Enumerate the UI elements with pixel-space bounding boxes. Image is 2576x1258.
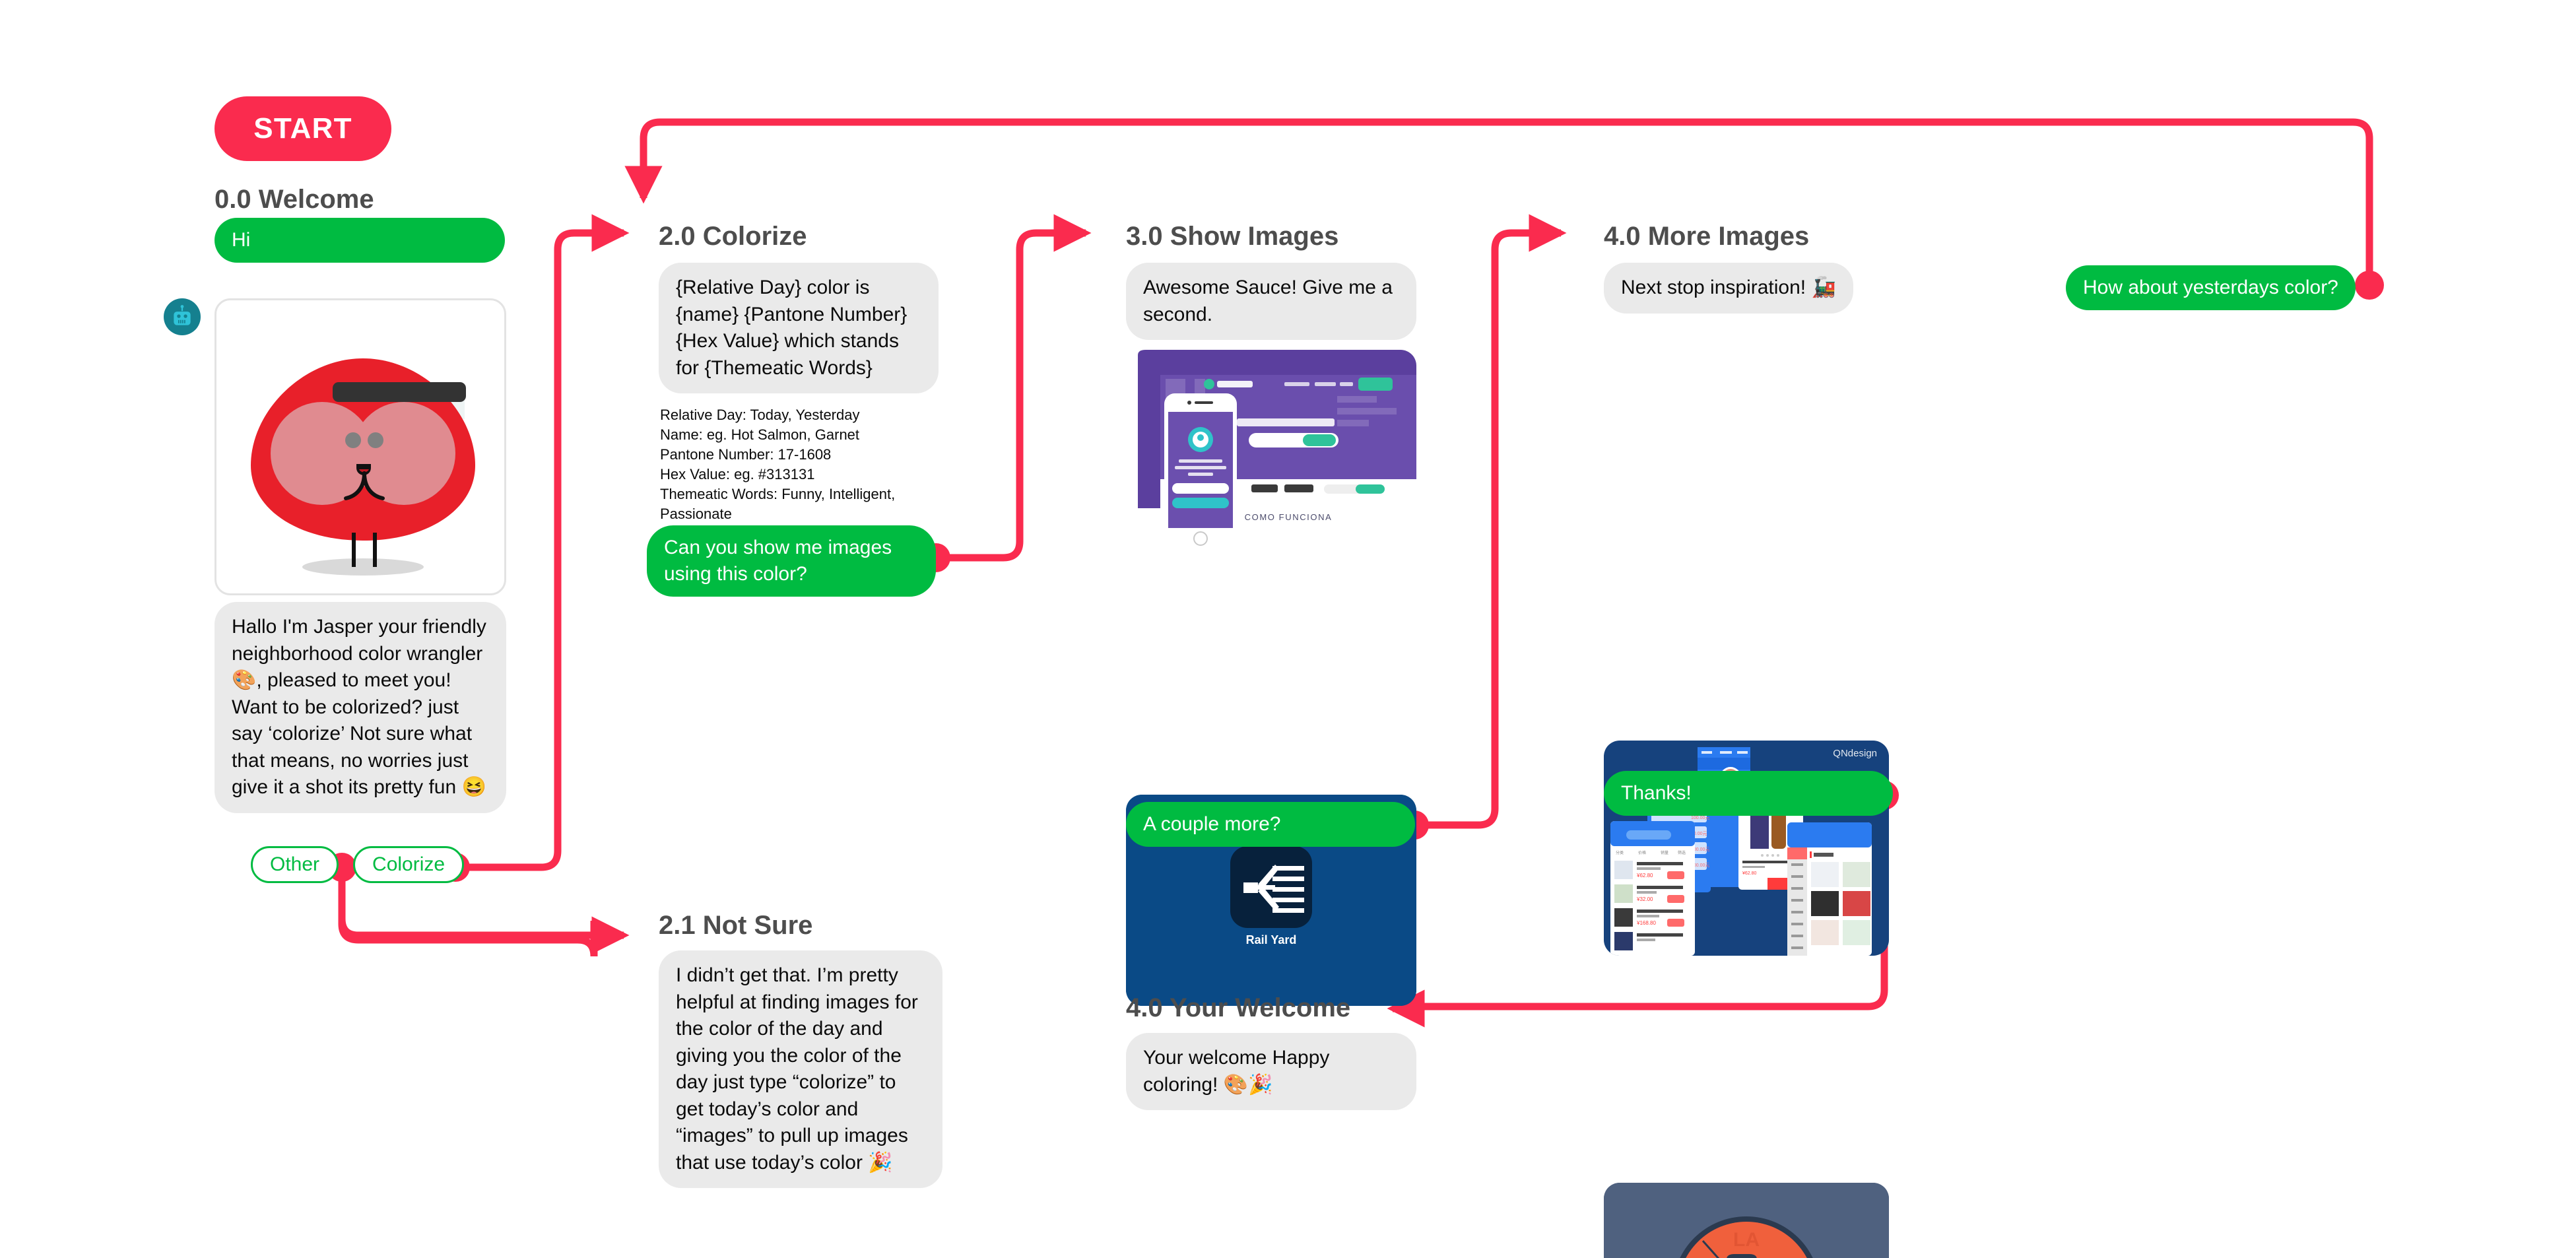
svg-text:¥62.80: ¥62.80	[1636, 873, 1653, 878]
variable-note-name: Name: eg. Hot Salmon, Garnet	[660, 426, 860, 443]
wire-dot-loopback	[2355, 271, 2384, 300]
svg-text:销量: 销量	[1661, 850, 1668, 855]
quick-reply-other[interactable]: Other	[251, 846, 339, 883]
section-title-welcome: 0.0 Welcome	[215, 185, 374, 214]
svg-text:¥32.00: ¥32.00	[1636, 896, 1653, 902]
variable-note-relative-day: Relative Day: Today, Yesterday	[660, 407, 860, 423]
ecommerce-watermark: QNdesign	[1833, 748, 1877, 759]
jasper-character-card	[215, 298, 506, 595]
svg-text:COMO FUNCIONA: COMO FUNCIONA	[1245, 512, 1333, 522]
colorize-user-bubble: Can you show me images using this color?	[647, 525, 936, 597]
show-images-user-bubble: A couple more?	[1126, 802, 1415, 847]
rail-yard-caption: Rail Yard	[1246, 933, 1297, 946]
loopback-user-text: How about yesterdays color?	[2066, 265, 2356, 310]
wire-3-0-to-4-0	[1414, 214, 1567, 829]
welcome-user-text: Hi	[215, 218, 505, 263]
svg-text:价格: 价格	[1638, 850, 1646, 855]
variable-note-hex: Hex Value: eg. #313131	[660, 465, 815, 482]
image-card-marlin-badge[interactable]: LA DEPEÑDS	[1604, 1183, 1889, 1258]
section-title-your-welcome: 4.0 Your Welcome	[1126, 993, 1351, 1022]
more-images-user-text: Thanks!	[1604, 771, 1893, 816]
image-card-laundry-app-mockup[interactable]: COMO FUNCIONA	[1126, 350, 1416, 561]
variable-note-themeatic-words: Themeatic Words: Funny, Intelligent, Pas…	[660, 485, 896, 522]
more-images-bot-text: Next stop inspiration! 🚂	[1604, 263, 1853, 314]
section-title-not-sure: 2.1 Not Sure	[659, 911, 813, 940]
robot-icon	[164, 298, 201, 335]
not-sure-bot-bubble: I didn’t get that. I’m pretty helpful at…	[659, 950, 942, 1188]
show-images-bot-bubble: Awesome Sauce! Give me a second.	[1126, 263, 1416, 340]
colorize-variable-notes: Relative Day: Today, Yesterday Name: eg.…	[660, 405, 931, 523]
colorize-bot-bubble: {Relative Day} color is {name} {Pantone …	[659, 263, 939, 393]
svg-text:筛选: 筛选	[1678, 850, 1686, 855]
quick-reply-colorize[interactable]: Colorize	[353, 846, 465, 883]
wire-2-0-to-3-0	[936, 214, 1092, 562]
loopback-user-bubble: How about yesterdays color?	[2066, 265, 2356, 310]
your-welcome-bot-text: Your welcome Happy coloring! 🎨🎉	[1126, 1033, 1416, 1110]
section-title-more-images: 4.0 More Images	[1604, 222, 1810, 251]
your-welcome-bot-bubble: Your welcome Happy coloring! 🎨🎉	[1126, 1033, 1416, 1110]
svg-text:分类: 分类	[1616, 850, 1624, 855]
wire-loopback-to-2-0	[624, 118, 2373, 285]
start-button-label: START	[215, 96, 391, 161]
section-title-colorize: 2.0 Colorize	[659, 222, 807, 251]
more-images-bot-bubble: Next stop inspiration! 🚂	[1604, 263, 1853, 314]
colorize-bot-text: {Relative Day} color is {name} {Pantone …	[659, 263, 939, 393]
welcome-quick-replies: Other Colorize	[251, 846, 465, 883]
show-images-user-text: A couple more?	[1126, 802, 1415, 847]
welcome-bot-text: Hallo I'm Jasper your friendly neighborh…	[215, 602, 506, 813]
flow-diagram-canvas: START 0.0 Welcome Hi Hallo I'm Jasper yo…	[0, 0, 2576, 1258]
more-images-user-bubble: Thanks!	[1604, 771, 1893, 816]
welcome-bot-bubble: Hallo I'm Jasper your friendly neighborh…	[215, 602, 506, 813]
svg-text:LA: LA	[1733, 1229, 1760, 1251]
show-images-bot-text: Awesome Sauce! Give me a second.	[1126, 263, 1416, 340]
colorize-user-text: Can you show me images using this color?	[647, 525, 936, 597]
variable-note-pantone: Pantone Number: 17-1608	[660, 446, 832, 463]
not-sure-bot-text: I didn’t get that. I’m pretty helpful at…	[659, 950, 942, 1188]
svg-text:¥168.80: ¥168.80	[1636, 920, 1656, 926]
svg-text:¥62.80: ¥62.80	[1742, 871, 1757, 876]
start-button[interactable]: START	[215, 96, 391, 161]
welcome-user-bubble: Hi	[215, 218, 505, 263]
jasper-character-illustration	[251, 358, 475, 576]
section-title-show-images: 3.0 Show Images	[1126, 222, 1339, 251]
svg-text:100.00元: 100.00元	[1691, 815, 1709, 820]
